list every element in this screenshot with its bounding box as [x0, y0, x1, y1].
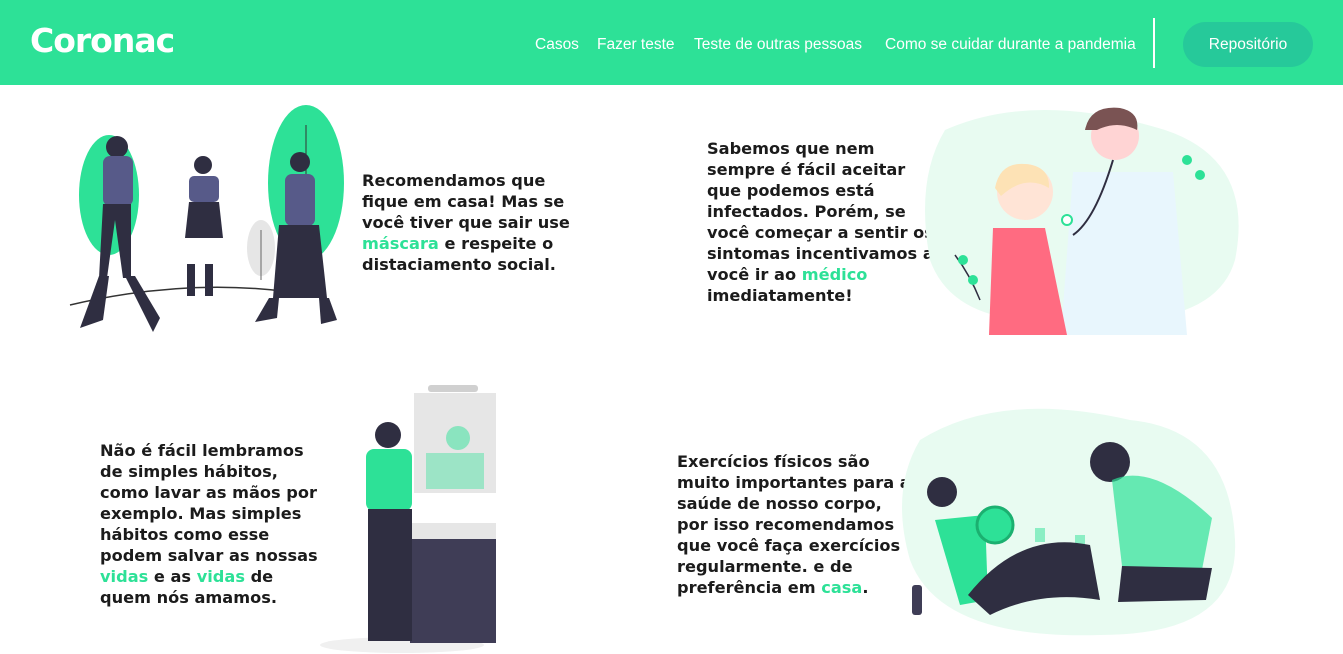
people-walking-with-masks-illustration: [69, 105, 344, 332]
top-navbar: Coronac Casos Fazer teste Teste de outra…: [0, 0, 1343, 85]
nav-link-como-se-cuidar[interactable]: Como se cuidar durante a pandemia: [885, 36, 1136, 54]
repository-button[interactable]: Repositório: [1183, 22, 1313, 67]
highlight-vidas-1: vidas: [100, 567, 149, 586]
nav-link-fazer-teste[interactable]: Fazer teste: [597, 36, 675, 54]
highlight-casa: casa: [821, 578, 863, 597]
highlight-vidas-2: vidas: [196, 567, 245, 586]
nav-link-casos[interactable]: Casos: [535, 36, 579, 54]
logo[interactable]: Coronac: [30, 21, 175, 60]
washing-hands-illustration: [320, 385, 496, 653]
doctor-patient-illustration: [925, 107, 1239, 335]
card-text-see-doctor: Sabemos que nem sempre é fácil aceitar q…: [707, 139, 934, 305]
exercise-illustration: [902, 408, 1236, 636]
card-text-wash-hands: Não é fácil lembramos de simples hábitos…: [100, 441, 318, 607]
nav-link-teste-outras-pessoas[interactable]: Teste de outras pessoas: [694, 36, 862, 54]
highlight-medico: médico: [801, 265, 868, 284]
card-text-exercise: Exercícios físicos são muito importantes…: [677, 452, 911, 597]
nav-divider: [1153, 18, 1155, 68]
highlight-mascara: máscara: [362, 234, 439, 253]
card-text-stay-home: Recomendamos que fique em casa! Mas se v…: [362, 171, 570, 274]
